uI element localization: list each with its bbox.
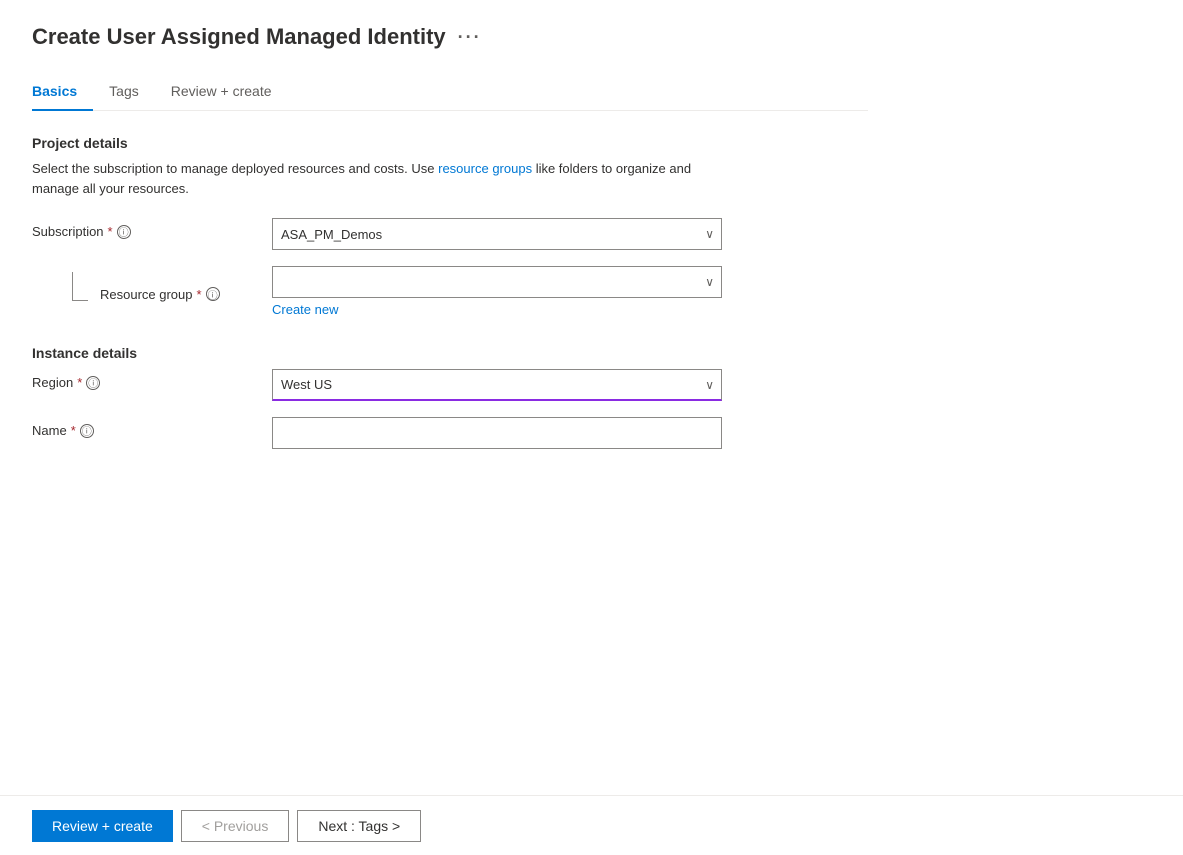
instance-details-section: Instance details Region * ⓘ West US East… <box>32 345 868 449</box>
name-input[interactable] <box>272 417 722 449</box>
name-required: * <box>71 423 76 438</box>
tabs-container: Basics Tags Review + create <box>32 74 868 111</box>
subscription-select[interactable]: ASA_PM_Demos <box>272 218 722 250</box>
bottom-action-bar: Review + create < Previous Next : Tags > <box>0 795 1183 855</box>
tree-connector <box>64 272 96 316</box>
subscription-required: * <box>108 224 113 239</box>
subscription-label: Subscription * ⓘ <box>32 218 272 239</box>
tab-tags[interactable]: Tags <box>109 75 155 111</box>
subscription-row: Subscription * ⓘ ASA_PM_Demos ∨ <box>32 218 868 250</box>
resource-group-row: Resource group * ⓘ ∨ Create new <box>32 266 868 317</box>
name-label: Name * ⓘ <box>32 417 272 438</box>
project-details-description: Select the subscription to manage deploy… <box>32 159 712 198</box>
name-info-icon[interactable]: ⓘ <box>80 424 94 438</box>
name-control <box>272 417 722 449</box>
ellipsis-menu[interactable]: ··· <box>458 27 482 48</box>
region-control: West US East US East US 2 Central US Wes… <box>272 369 722 401</box>
resource-group-label: Resource group * ⓘ <box>32 266 272 316</box>
resource-group-control: ∨ Create new <box>272 266 722 317</box>
create-new-resource-group-link[interactable]: Create new <box>272 302 338 317</box>
subscription-info-icon[interactable]: ⓘ <box>117 225 131 239</box>
tab-review-create[interactable]: Review + create <box>171 75 288 111</box>
review-create-button[interactable]: Review + create <box>32 810 173 842</box>
region-select[interactable]: West US East US East US 2 Central US Wes… <box>272 369 722 401</box>
next-tags-button[interactable]: Next : Tags > <box>297 810 421 842</box>
subscription-control: ASA_PM_Demos ∨ <box>272 218 722 250</box>
instance-details-title: Instance details <box>32 345 868 361</box>
previous-button[interactable]: < Previous <box>181 810 290 842</box>
region-row: Region * ⓘ West US East US East US 2 Cen… <box>32 369 868 401</box>
resource-group-required: * <box>197 287 202 302</box>
resource-group-select[interactable] <box>272 266 722 298</box>
project-details-title: Project details <box>32 135 868 151</box>
page-title: Create User Assigned Managed Identity <box>32 24 446 50</box>
region-info-icon[interactable]: ⓘ <box>86 376 100 390</box>
region-label: Region * ⓘ <box>32 369 272 390</box>
project-details-section: Project details Select the subscription … <box>32 135 868 317</box>
resource-group-info-icon[interactable]: ⓘ <box>206 287 220 301</box>
tab-basics[interactable]: Basics <box>32 75 93 111</box>
resource-groups-link[interactable]: resource groups <box>438 161 532 176</box>
name-row: Name * ⓘ <box>32 417 868 449</box>
region-required: * <box>77 375 82 390</box>
